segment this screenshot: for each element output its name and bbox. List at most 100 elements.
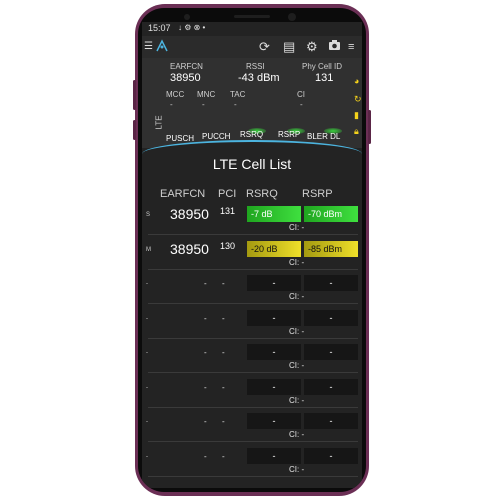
- page-title: LTE Cell List: [212, 156, 292, 172]
- row-ci: CI: -: [289, 326, 305, 336]
- row-divider: [148, 234, 358, 235]
- row-earfcn: -: [204, 417, 207, 426]
- row-rsrq: -: [247, 344, 301, 360]
- tac-label: TAC: [230, 90, 246, 99]
- row-rsrp: -: [304, 413, 358, 429]
- signal-app-icon[interactable]: [155, 39, 169, 57]
- row-tag: M: [146, 246, 151, 253]
- row-divider: [148, 372, 358, 373]
- gear-icon[interactable]: ⚙: [306, 39, 318, 55]
- row-earfcn: 38950: [170, 240, 209, 257]
- row-divider: [148, 268, 358, 270]
- mcc-value: -: [170, 100, 173, 109]
- bixby-button: [133, 120, 136, 140]
- row-tag: -: [146, 315, 148, 322]
- phy-cell-label: Phy Cell ID: [302, 62, 343, 71]
- filter-icon[interactable]: ≡: [348, 39, 354, 55]
- front-camera: [288, 13, 296, 21]
- ci-value: -: [300, 100, 303, 109]
- table-row[interactable]: - - - - - CI: -: [142, 376, 362, 410]
- row-rsrq: -: [247, 275, 301, 291]
- row-divider: [148, 406, 358, 408]
- status-icons: ↓ ⚙ ⊗ •: [178, 23, 206, 32]
- ci-label: CI: [297, 90, 305, 99]
- row-tag: -: [146, 419, 148, 425]
- doc-side-icon[interactable]: ▮: [354, 110, 359, 121]
- table-row[interactable]: - - - - - CI: -: [142, 307, 362, 341]
- sensor: [184, 14, 190, 20]
- row-pci: -: [222, 382, 225, 392]
- row-rsrq: -20 dB: [247, 240, 301, 257]
- row-pci: -: [222, 348, 225, 357]
- tac-value: -: [234, 100, 237, 109]
- row-ci: CI: -: [289, 257, 305, 267]
- col-pci: PCI: [218, 188, 237, 200]
- tab-bler-dl[interactable]: BLER DL: [307, 132, 340, 141]
- table-row[interactable]: - - - - - CI: -: [142, 341, 362, 375]
- table-row[interactable]: - - - - - CI: -: [142, 445, 362, 479]
- table-row[interactable]: M 38950 130 -20 dB -85 dBm CI: -: [142, 238, 362, 272]
- signal-side-icon[interactable]: ◕: [354, 76, 359, 86]
- row-tag: -: [146, 350, 148, 356]
- row-rsrq: -: [247, 413, 301, 429]
- row-rsrp: -: [304, 447, 358, 464]
- row-tag: S: [146, 212, 151, 218]
- sync-side-icon[interactable]: ↻: [354, 94, 362, 105]
- mcc-label: MCC: [166, 90, 185, 99]
- row-ci: CI: -: [289, 464, 305, 474]
- row-ci: CI: -: [289, 395, 305, 405]
- row-pci: -: [222, 313, 225, 323]
- earfcn-label: EARFCN: [170, 62, 203, 71]
- table-row[interactable]: S 38950 131 -7 dB -70 dBm CI: -: [142, 203, 362, 237]
- row-earfcn: -: [204, 451, 207, 461]
- row-tag: -: [146, 453, 148, 460]
- row-rsrq: -: [247, 309, 301, 326]
- row-rsrp: -: [304, 275, 358, 291]
- row-rsrp: -: [304, 344, 358, 360]
- mnc-label: MNC: [197, 90, 216, 99]
- mnc-value: -: [202, 100, 205, 109]
- row-ci: CI: -: [289, 430, 305, 439]
- list-icon[interactable]: ▤: [283, 39, 295, 55]
- row-divider: [148, 441, 358, 442]
- rssi-value: -43 dBm: [238, 72, 280, 84]
- row-rsrq: -: [247, 447, 301, 464]
- row-rsrq: -: [247, 378, 301, 395]
- row-divider: [148, 303, 358, 304]
- toolbar: ☰ ⟳ ▤ ⚙ ≡: [142, 36, 362, 58]
- row-divider: [148, 475, 358, 477]
- row-rsrp: -: [304, 378, 358, 395]
- refresh-icon[interactable]: ⟳: [259, 39, 270, 55]
- col-rsrp: RSRP: [302, 188, 333, 200]
- row-earfcn: -: [204, 313, 207, 323]
- col-rsrq: RSRQ: [246, 188, 278, 200]
- row-earfcn: 38950: [170, 206, 209, 222]
- volume-button: [133, 80, 136, 110]
- table-row[interactable]: - - - - - CI: -: [142, 272, 362, 306]
- row-earfcn: -: [204, 279, 207, 288]
- tab-rsrq[interactable]: RSRQ: [240, 130, 263, 139]
- power-button: [368, 110, 371, 144]
- menu-icon[interactable]: ☰: [144, 39, 153, 55]
- camera-icon[interactable]: [328, 39, 341, 55]
- row-tag: -: [146, 384, 148, 391]
- speaker-grille: [234, 15, 270, 18]
- earfcn-value: 38950: [170, 72, 201, 84]
- tab-rsrp[interactable]: RSRP: [278, 130, 300, 139]
- row-ci: CI: -: [289, 292, 305, 301]
- status-time: 15:07: [148, 23, 171, 33]
- row-rsrp: -70 dBm: [304, 206, 358, 222]
- status-bar: 15:07 ↓ ⚙ ⊗ •: [142, 22, 362, 36]
- row-earfcn: -: [204, 382, 207, 392]
- col-earfcn: EARFCN: [160, 188, 206, 200]
- app-screen: 15:07 ↓ ⚙ ⊗ • ☰ ⟳ ▤ ⚙ ≡ EARFCN 38950 RSS…: [142, 22, 362, 488]
- row-earfcn: -: [204, 348, 207, 357]
- table-row[interactable]: - - - - - CI: -: [142, 410, 362, 444]
- row-pci: 130: [220, 240, 236, 251]
- phy-cell-value: 131: [315, 72, 334, 84]
- row-ci: CI: -: [289, 223, 305, 232]
- row-pci: 131: [220, 206, 236, 216]
- row-divider: [148, 337, 358, 339]
- row-pci: -: [222, 279, 225, 288]
- row-pci: -: [222, 417, 225, 426]
